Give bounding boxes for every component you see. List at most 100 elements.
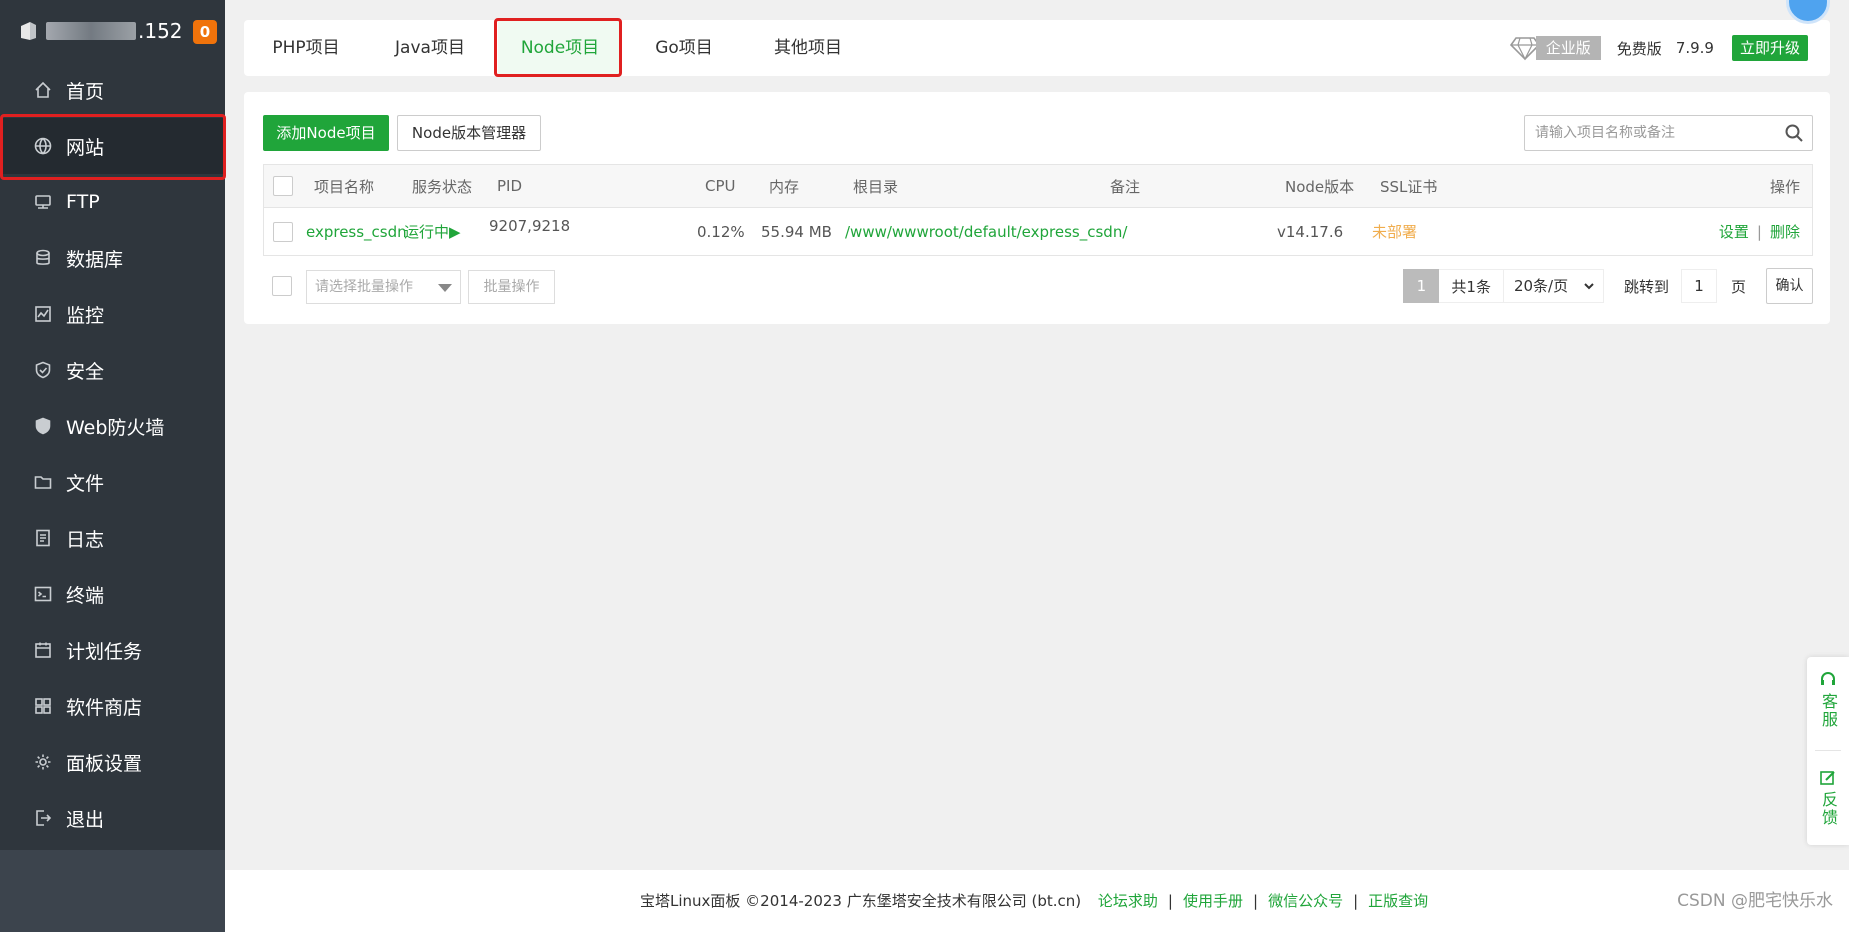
sidebar-item-label: 日志 (66, 528, 105, 551)
headset-icon (1821, 672, 1835, 685)
log-icon (32, 527, 54, 549)
wechat-link[interactable]: 微信公众号 (1268, 892, 1343, 910)
header-node-version: Node版本 (1285, 177, 1355, 196)
delete-link[interactable]: 删除 (1770, 221, 1800, 242)
forum-link[interactable]: 论坛求助 (1098, 892, 1158, 910)
copyright-text: 宝塔Linux面板 ©2014-2023 广东堡塔安全技术有限公司 (bt.cn… (640, 892, 1082, 910)
add-node-project-button[interactable]: 添加Node项目 (263, 115, 389, 151)
enterprise-badge[interactable]: 企业版 (1509, 35, 1601, 61)
tab-other[interactable]: 其他项目 (746, 20, 870, 76)
server-ip: .152 (138, 19, 183, 43)
sidebar: .152 0 首页 网站 FTP 数据库 监控 安全 Web防火墙 文件 日志 … (0, 0, 225, 932)
project-table: 项目名称 服务状态 PID CPU 内存 根目录 备注 Node版本 SSL证书… (263, 164, 1813, 256)
root-path-link[interactable]: /www/wwwroot/default/express_csdn/ (845, 208, 1127, 255)
notification-badge[interactable]: 0 (193, 20, 217, 44)
status-running[interactable]: 运行中▶ (404, 208, 461, 255)
sidebar-item-store[interactable]: 软件商店 (0, 678, 225, 734)
float-divider (1815, 750, 1841, 751)
batch-operation-select[interactable]: 请选择批量操作 (306, 270, 461, 304)
batch-select-placeholder: 请选择批量操作 (315, 279, 413, 295)
page-unit-label: 页 (1730, 277, 1746, 296)
header-name[interactable]: 项目名称 (314, 165, 374, 207)
manual-link[interactable]: 使用手册 (1183, 892, 1243, 910)
sidebar-item-logout[interactable]: 退出 (0, 790, 225, 846)
page-size-select[interactable]: 20条/页 (1503, 269, 1604, 303)
ftp-icon (32, 191, 54, 213)
sidebar-item-logs[interactable]: 日志 (0, 510, 225, 566)
firewall-icon (32, 415, 54, 437)
sidebar-item-label: 网站 (66, 136, 105, 159)
sidebar-item-label: Web防火墙 (66, 416, 165, 439)
ops-separator: | (1756, 222, 1762, 241)
license-query-link[interactable]: 正版查询 (1368, 892, 1428, 910)
search-icon[interactable] (1784, 123, 1804, 143)
project-panel: 添加Node项目 Node版本管理器 项目名称 服务状态 PID CPU 内存 … (244, 92, 1830, 324)
sidebar-item-website[interactable]: 网站 (0, 118, 225, 174)
csdn-watermark: CSDN @肥宅快乐水 (1677, 891, 1833, 911)
upgrade-button[interactable]: 立即升级 (1731, 35, 1808, 61)
sidebar-item-label: 面板设置 (66, 752, 143, 775)
sidebar-item-label: 安全 (66, 360, 105, 383)
cpu-value: 0.12% (697, 222, 745, 241)
shield-icon (32, 359, 54, 381)
header-remark: 备注 (1110, 177, 1141, 196)
tab-node[interactable]: Node项目 (498, 20, 622, 76)
project-tab-bar: PHP项目 Java项目 Node项目 Go项目 其他项目 企业版 免费版 7.… (244, 20, 1830, 76)
ssl-status-link[interactable]: 未部署 (1372, 208, 1417, 255)
page-jump-input[interactable]: 1 (1680, 269, 1717, 303)
caret-down-icon (438, 284, 452, 292)
row-checkbox[interactable] (273, 221, 293, 242)
sidebar-item-monitor[interactable]: 监控 (0, 286, 225, 342)
tab-php[interactable]: PHP项目 (244, 20, 368, 76)
node-version-manager-button[interactable]: Node版本管理器 (397, 115, 541, 151)
sidebar-item-cron[interactable]: 计划任务 (0, 622, 225, 678)
page-current[interactable]: 1 (1403, 269, 1440, 303)
calendar-icon (32, 639, 54, 661)
grid-icon (32, 695, 54, 717)
tab-java[interactable]: Java项目 (368, 20, 492, 76)
batch-select-all-checkbox[interactable] (272, 276, 292, 296)
folder-icon (32, 471, 54, 493)
sidebar-item-home[interactable]: 首页 (0, 62, 225, 118)
sidebar-item-terminal[interactable]: 终端 (0, 566, 225, 622)
header-status: 服务状态 (412, 177, 473, 196)
project-name-link[interactable]: express_csdn (306, 208, 407, 255)
sidebar-item-label: 终端 (66, 584, 105, 607)
server-logo-icon (21, 22, 36, 40)
batch-operation-button[interactable]: 批量操作 (468, 270, 555, 304)
side-float-panel: 客服 反馈 (1807, 657, 1849, 845)
sidebar-item-label: 监控 (66, 304, 105, 327)
sidebar-item-database[interactable]: 数据库 (0, 230, 225, 286)
tab-go[interactable]: Go项目 (622, 20, 746, 76)
home-icon (32, 79, 54, 101)
chevron-down-icon (1584, 283, 1594, 290)
page-total: 共1条 (1439, 269, 1504, 303)
feedback-label: 反馈 (1819, 791, 1838, 827)
page-footer: 宝塔Linux面板 ©2014-2023 广东堡塔安全技术有限公司 (bt.cn… (225, 870, 1849, 932)
sidebar-item-label: 数据库 (66, 248, 124, 271)
table-row: express_csdn 运行中▶ 9207,9218 0.12% 55.94 … (264, 208, 1812, 255)
sidebar-item-ftp[interactable]: FTP (0, 174, 225, 230)
globe-icon (32, 135, 54, 157)
version-number: 7.9.9 (1675, 39, 1714, 57)
customer-service-button[interactable]: 客服 (1807, 671, 1849, 729)
footer-separator: | (1167, 892, 1173, 910)
feedback-button[interactable]: 反馈 (1807, 769, 1849, 827)
page-confirm-button[interactable]: 确认 (1766, 268, 1813, 304)
header-ssl: SSL证书 (1380, 177, 1438, 196)
sidebar-menu: .152 0 首页 网站 FTP 数据库 监控 安全 Web防火墙 文件 日志 … (0, 0, 225, 850)
settings-link[interactable]: 设置 (1719, 221, 1749, 242)
select-all-checkbox[interactable] (273, 176, 293, 196)
search-input[interactable] (1525, 116, 1765, 150)
sidebar-item-settings[interactable]: 面板设置 (0, 734, 225, 790)
row-select-cell (273, 208, 293, 255)
sidebar-item-waf[interactable]: Web防火墙 (0, 398, 225, 454)
table-footer: 请选择批量操作 批量操作 1 共1条 20条/页 跳转到 1 页 确认 (263, 268, 1813, 304)
enterprise-label: 企业版 (1535, 36, 1601, 60)
memory-value: 55.94 MB (761, 222, 832, 241)
header-cpu: CPU (705, 177, 736, 195)
sidebar-item-files[interactable]: 文件 (0, 454, 225, 510)
sidebar-item-label: 首页 (66, 80, 105, 103)
search-box (1524, 115, 1813, 151)
sidebar-item-security[interactable]: 安全 (0, 342, 225, 398)
